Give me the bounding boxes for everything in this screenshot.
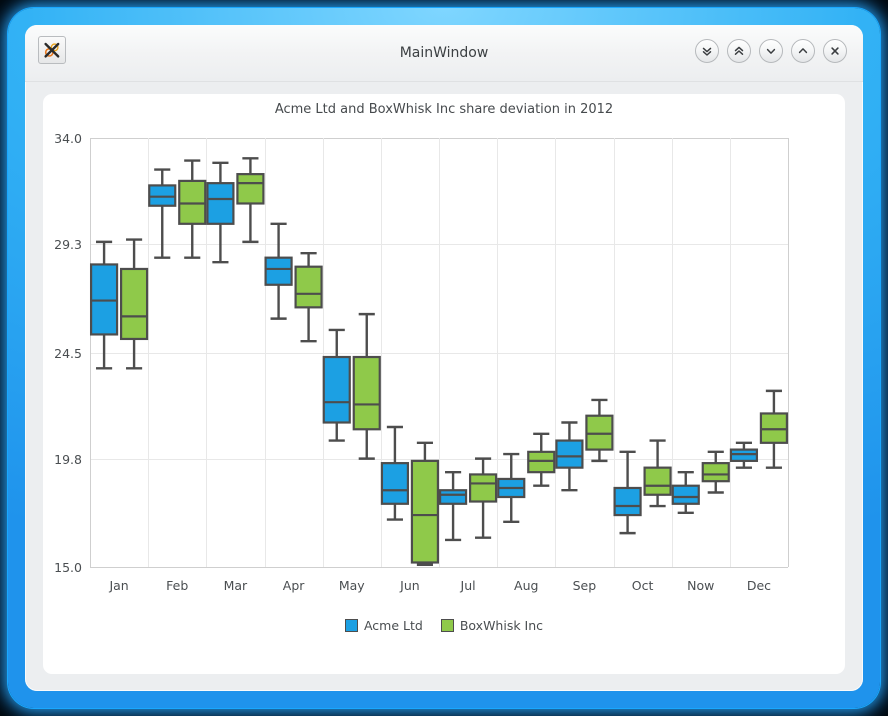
box-whisker-item[interactable] (206, 161, 235, 264)
box-whisker-item[interactable] (497, 452, 526, 524)
box-whisker-item[interactable] (322, 328, 351, 442)
box-whisker-item[interactable] (438, 470, 468, 542)
y-axis-tick-label: 24.5 (54, 346, 82, 361)
box-whisker-item[interactable] (119, 238, 149, 370)
x-axis-tick-label: Apr (283, 578, 305, 593)
x-axis-tick-label: Feb (166, 578, 188, 593)
box-whisker-item[interactable] (380, 425, 410, 521)
y-axis-ticks: 34.0 29.3 24.5 19.8 15.0 (54, 131, 82, 575)
box-whisker-item[interactable] (643, 439, 672, 508)
minimize-button[interactable] (759, 39, 783, 63)
box-whisker-item[interactable] (671, 470, 700, 515)
shade-all-down-button[interactable] (695, 39, 719, 63)
shade-all-up-button[interactable] (727, 39, 751, 63)
legend-swatch-icon (440, 619, 454, 632)
x-axis-tick-label: Mar (224, 578, 248, 593)
x-axis-tick-label: Oct (632, 578, 654, 593)
title-bar[interactable]: MainWindow (25, 25, 863, 82)
x-axis-tick-label: Sep (573, 578, 597, 593)
box-whisker-item[interactable] (294, 251, 323, 343)
close-button[interactable] (823, 39, 847, 63)
legend-item-boxwhisk[interactable]: BoxWhisk Inc (440, 618, 544, 633)
box-whisker-item[interactable] (701, 450, 730, 494)
chart-legend: Acme Ltd BoxWhisk Inc (43, 618, 845, 633)
x-axis-tick-label: Jul (460, 578, 476, 593)
x-axis-tick-label: Jun (399, 578, 420, 593)
box-whisker-item[interactable] (410, 441, 440, 566)
box-whisker-item[interactable] (178, 159, 207, 259)
desktop-background: MainWindow Acme Ltd and BoxWhisk Inc sha… (0, 0, 888, 716)
y-axis-tick-label: 29.3 (54, 237, 82, 252)
box-whisker-item[interactable] (264, 222, 293, 320)
box-whisker-item[interactable] (759, 389, 789, 469)
y-axis-tick-label: 34.0 (54, 131, 82, 146)
chart-svg: 34.029.324.519.815.0 Jan Feb Mar Apr May Jun J… (54, 131, 789, 593)
x-axis-tick-label: May (339, 578, 365, 593)
legend-label: BoxWhisk Inc (459, 618, 544, 633)
box-whisker-item[interactable] (89, 240, 119, 370)
box-whisker-item[interactable] (527, 432, 556, 487)
box-whisker-plot: 34.0 29.3 24.5 19.8 15.0 Jan Feb Mar Apr May Jun J… (43, 94, 845, 674)
legend-label: Acme Ltd (363, 618, 423, 633)
y-axis-tick-label: 19.8 (54, 452, 82, 467)
box-whisker-item[interactable] (352, 312, 381, 460)
x-axis-tick-label: Now (687, 578, 714, 593)
x-axis-tick-label: Jan (108, 578, 128, 593)
x-axis-ticks: Jan Feb Mar Apr May Jun Jul Aug Sep Oct Now Dec (108, 578, 771, 593)
box-whisker-item[interactable] (468, 457, 498, 539)
box-whisker-item[interactable] (613, 450, 642, 535)
legend-swatch-icon (344, 619, 358, 632)
x-axis-tick-label: Aug (514, 578, 538, 593)
y-axis-tick-label: 15.0 (54, 560, 82, 575)
legend-item-acme[interactable]: Acme Ltd (344, 618, 423, 633)
box-whisker-item[interactable] (729, 441, 759, 469)
box-whisker-item[interactable] (585, 398, 614, 463)
maximize-button[interactable] (791, 39, 815, 63)
chart-panel: Acme Ltd and BoxWhisk Inc share deviatio… (43, 94, 845, 674)
box-whisker-item[interactable] (555, 421, 584, 492)
x-axis-tick-label: Dec (747, 578, 771, 593)
box-whisker-item[interactable] (236, 157, 265, 244)
window-frame: MainWindow Acme Ltd and BoxWhisk Inc sha… (8, 8, 880, 708)
window-control-buttons (695, 39, 847, 63)
window-chrome: MainWindow Acme Ltd and BoxWhisk Inc sha… (25, 25, 863, 691)
